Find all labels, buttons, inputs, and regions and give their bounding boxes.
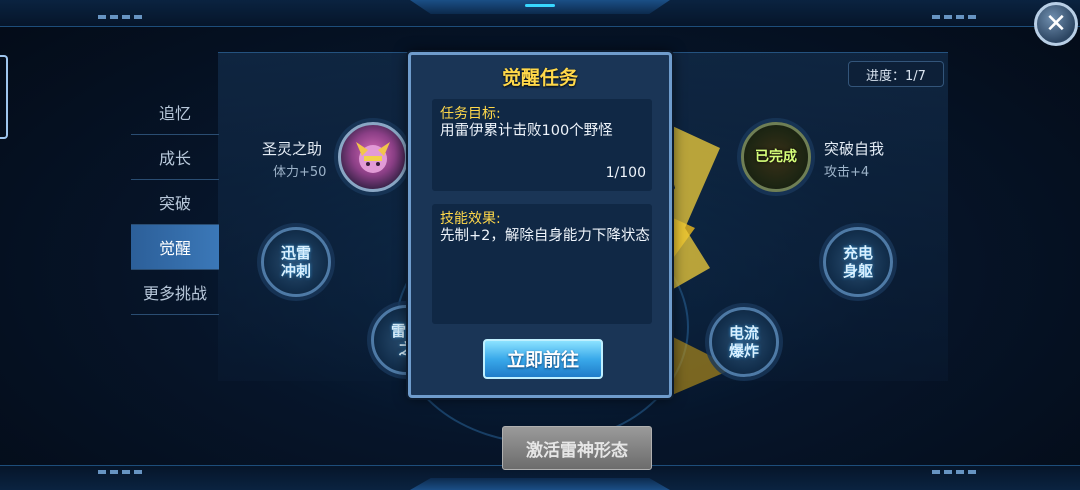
objective-section: 任务目标: 用雷伊累计击败100个野怪 1/100: [432, 99, 652, 191]
frame-decoration: [932, 15, 976, 19]
side-menu: 追忆 成长 突破 觉醒 更多挑战: [131, 90, 219, 315]
node-charged-body[interactable]: 充电身躯: [823, 227, 893, 297]
node-label: 迅雷冲刺: [280, 244, 311, 280]
node-label: 充电身躯: [842, 244, 873, 280]
frame-decoration: [932, 470, 976, 474]
node-status-completed: 已完成: [755, 149, 797, 165]
go-now-button[interactable]: 立即前往: [483, 339, 603, 379]
objective-text: 用雷伊累计击败100个野怪: [440, 123, 613, 139]
menu-item-memories[interactable]: 追忆: [131, 90, 219, 135]
effect-text: 先制+2，解除自身能力下降状态: [440, 228, 650, 244]
menu-item-growth[interactable]: 成长: [131, 135, 219, 180]
menu-item-breakthrough[interactable]: 突破: [131, 180, 219, 225]
node-label: 电流爆炸: [728, 324, 759, 360]
frame-decoration: [98, 470, 142, 474]
objective-header: 任务目标:: [440, 106, 501, 122]
progress-indicator: 进度：1/7: [848, 61, 944, 87]
menu-item-awakening[interactable]: 觉醒: [131, 225, 219, 270]
node-bonus-self-breakthrough: 攻击+4: [824, 165, 870, 180]
node-title-self-breakthrough: 突破自我: [824, 140, 885, 158]
node-holy-aid[interactable]: [338, 122, 408, 192]
bottom-frame-notch: [410, 478, 670, 490]
node-bonus-holy-aid: 体力+50: [273, 165, 327, 180]
node-title-holy-aid: 圣灵之助: [262, 140, 323, 158]
top-frame: [0, 0, 1080, 27]
node-current-burst[interactable]: 电流爆炸: [709, 307, 779, 377]
creature-portrait-icon: [356, 142, 390, 173]
top-frame-notch: [410, 0, 670, 14]
menu-item-more-challenges[interactable]: 更多挑战: [131, 270, 219, 315]
left-edge-tab[interactable]: [0, 55, 8, 139]
objective-count: 1/100: [605, 165, 646, 181]
dialog-title: 觉醒任务: [501, 67, 578, 89]
close-icon: ✕: [1045, 9, 1067, 39]
node-self-breakthrough[interactable]: 已完成: [741, 122, 811, 192]
awakening-task-dialog: 觉醒任务 任务目标: 用雷伊累计击败100个野怪 1/100 技能效果: 先制+…: [408, 52, 672, 398]
close-button[interactable]: ✕: [1034, 2, 1078, 46]
frame-decoration: [98, 15, 142, 19]
activate-thunder-form-button[interactable]: 激活雷神形态: [502, 426, 652, 470]
effect-section: 技能效果: 先制+2，解除自身能力下降状态: [432, 204, 652, 324]
node-thunder-dash[interactable]: 迅雷冲刺: [261, 227, 331, 297]
effect-header: 技能效果:: [440, 211, 501, 227]
